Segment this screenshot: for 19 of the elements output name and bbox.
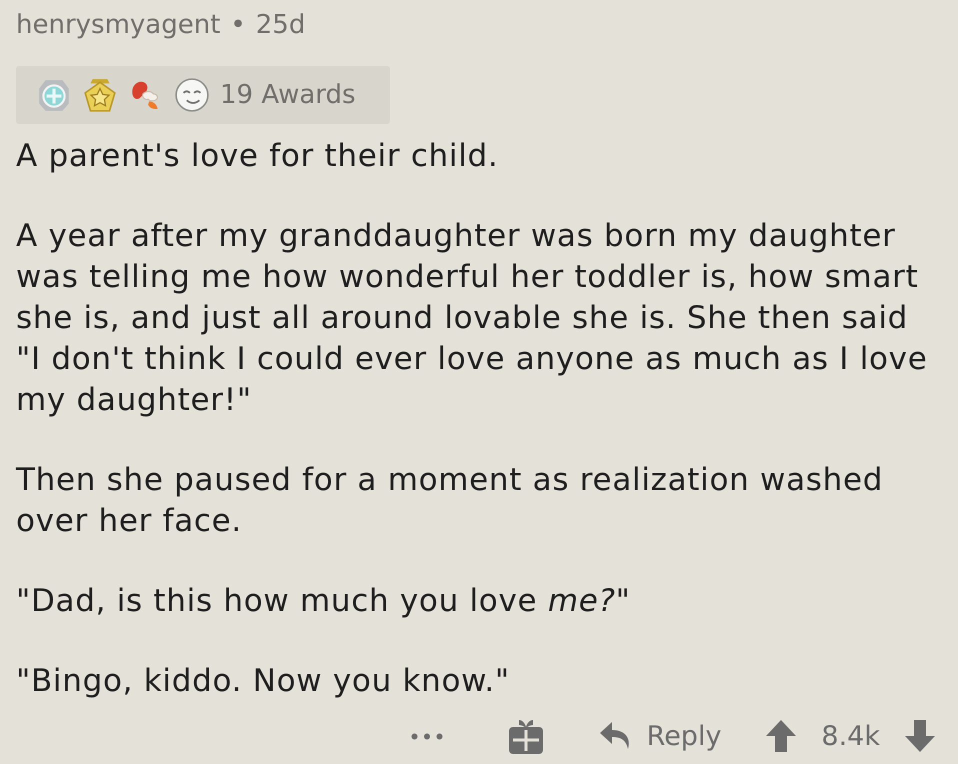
username[interactable]: henrysmyagent [16,10,220,40]
separator-dot: • [230,10,246,40]
awards-count: 19 Awards [220,80,356,110]
upvote-icon[interactable] [765,719,798,753]
comment-paragraph: "Dad, is this how much you love me?" [16,582,632,621]
comment-age: 25d [256,10,306,40]
smiling-face-icon [174,77,210,113]
awards-bar[interactable]: 19 Awards [16,66,390,124]
downvote-icon[interactable] [904,719,936,753]
comment-paragraph: A year after my granddaughter was born my daughter was telling me how wonderful her toddler is, how smart she is, and just all around lovable she is. She then said "I don't think I could ever love anyone as much as I love my daughter!" [16,217,929,420]
reply-button[interactable]: Reply [598,720,722,752]
medal-icon [36,77,72,113]
vote-score: 8.4k [821,720,880,752]
comment-paragraph: "Bingo, kiddo. Now you know." [16,662,511,701]
more-icon[interactable] [410,732,443,740]
comment-paragraph: Then she paused for a moment as realization washed over her face. [16,461,884,541]
gift-icon[interactable] [508,718,543,754]
star-medal-icon [82,77,118,113]
comment-paragraph: A parent's love for their child. [16,137,500,176]
